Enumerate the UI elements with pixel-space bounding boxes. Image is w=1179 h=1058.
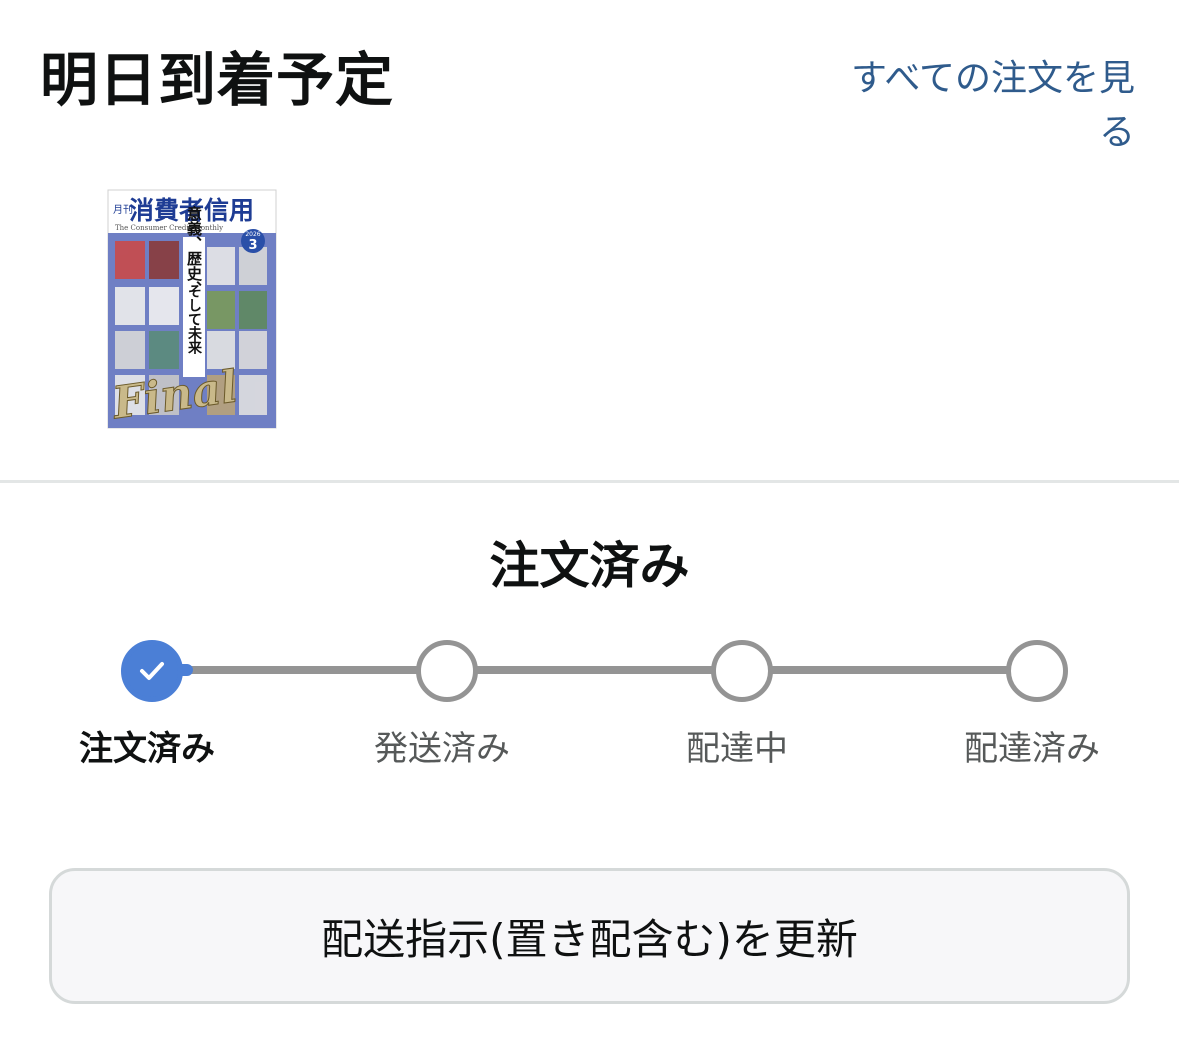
product-thumbnail[interactable]: 月刊 消費者信用 The Consumer Credit Monthly 202… bbox=[107, 189, 277, 430]
step-shipped-node bbox=[416, 640, 478, 702]
magazine-cover-icon: 月刊 消費者信用 The Consumer Credit Monthly 202… bbox=[107, 189, 277, 430]
checkmark-icon bbox=[140, 662, 164, 680]
order-tracking-card: 明日到着予定 すべての注文を見る 月刊 消費者信用 The Consumer C… bbox=[0, 0, 1179, 1058]
cover-year: 2026 bbox=[245, 231, 260, 238]
progress-track bbox=[147, 666, 1032, 674]
delivery-estimate-title: 明日到着予定 bbox=[40, 46, 395, 114]
cover-headline-2: そして未来 bbox=[186, 284, 203, 355]
step-label-shipped: 発送済み bbox=[374, 729, 510, 769]
order-status-heading: 注文済み bbox=[489, 537, 690, 595]
step-delivered-node bbox=[1006, 640, 1068, 702]
step-out-for-delivery-node bbox=[711, 640, 773, 702]
step-label-delivered: 配達済み bbox=[964, 729, 1100, 769]
shipment-progress-tracker: 注文済み 発送済み 配達中 配達済み bbox=[0, 630, 1179, 780]
step-ordered-node bbox=[121, 640, 183, 702]
step-label-ordered: 注文済み bbox=[79, 729, 215, 769]
section-divider bbox=[0, 480, 1179, 483]
cover-headline-1: 意義、歴史、 bbox=[185, 205, 203, 296]
cover-subtitle: The Consumer Credit Monthly bbox=[115, 224, 223, 232]
step-label-out-for-delivery: 配達中 bbox=[686, 729, 788, 769]
update-delivery-instructions-button[interactable]: 配送指示(置き配含む)を更新 bbox=[49, 868, 1130, 1004]
cover-issue: 3 bbox=[248, 238, 257, 253]
view-all-orders-link[interactable]: すべての注文を見る bbox=[815, 52, 1135, 160]
